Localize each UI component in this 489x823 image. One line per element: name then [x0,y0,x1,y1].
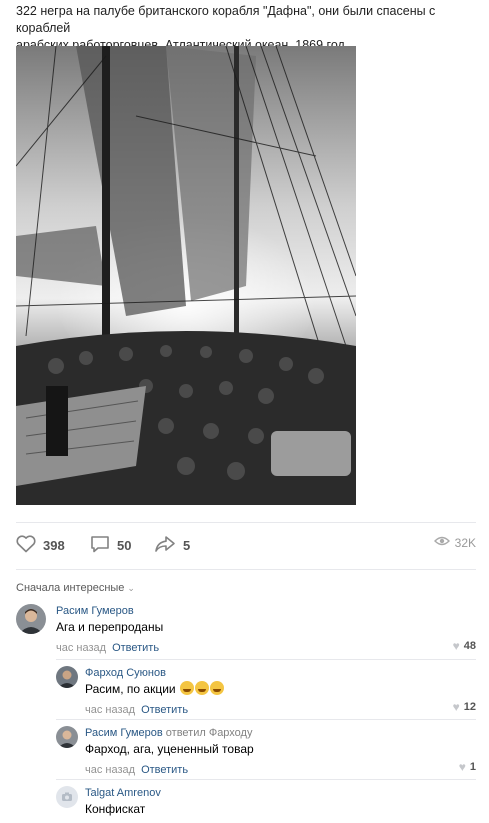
comment-body: Talgat Amrenov Конфискат [85,786,161,818]
camera-icon [62,792,72,801]
heart-icon: ♥ [452,639,460,653]
comment-author[interactable]: Расим Гумеров [85,727,163,739]
comments-sort-dropdown[interactable]: Сначала интересные ⌄ [16,582,135,594]
comment-author-line: Расим Гумеров ответил Фарходу [85,726,254,740]
comment-item: Talgat Amrenov Конфискат [56,786,476,823]
views-count: 32K [454,535,476,550]
comment-divider [56,779,476,780]
comment-body: Фарход Суюнов Расим, по акции час назад О… [85,666,224,717]
avatar[interactable] [16,604,46,634]
laughing-emoji-icon [209,681,224,695]
comment-meta: час назад Ответить [85,703,224,717]
chevron-down-icon: ⌄ [127,582,135,593]
comment-body: Расим Гумеров Ага и перепроданы час наза… [56,604,163,655]
heart-icon: ♥ [458,760,466,774]
laughing-emoji-icon [179,681,194,695]
comment-like-button[interactable]: ♥ 1 [459,760,476,774]
heart-icon [16,535,36,556]
reply-button[interactable]: Ответить [141,704,188,716]
actions-divider [16,569,476,570]
reply-button[interactable]: Ответить [141,764,188,776]
laughing-emoji-icon [194,681,209,695]
comment-body: Расим Гумеров ответил Фарходу Фарход, аг… [85,726,254,777]
comment-meta: час назад Ответить [85,763,254,777]
comment-author[interactable]: Расим Гумеров [56,604,163,618]
comment-meta: час назад Ответить [56,641,163,655]
post-divider [16,522,476,523]
comment-like-button[interactable]: ♥ 48 [453,639,476,653]
comment-item: Фарход Суюнов Расим, по акции час назад О… [56,666,476,716]
comment-button[interactable]: 50 [90,535,131,556]
comments-count: 50 [117,538,132,553]
comment-author[interactable]: Talgat Amrenov [85,786,161,800]
views-counter: 32K [433,535,476,550]
comment-time: час назад [56,642,107,654]
comment-likes-count: 1 [469,761,476,773]
like-button[interactable]: 398 [16,535,65,556]
sort-label: Сначала интересные [16,582,125,594]
comment-likes-count: 48 [463,640,476,652]
shares-count: 5 [183,538,191,553]
likes-count: 398 [43,538,65,553]
reply-to-label[interactable]: ответил Фарходу [166,727,253,739]
share-button[interactable]: 5 [154,535,190,556]
avatar[interactable] [56,786,78,808]
share-icon [154,535,176,556]
comment-time: час назад [85,764,136,776]
comment-text: Фарход, ага, уцененный товар [85,742,254,756]
comment-like-button[interactable]: ♥ 12 [453,700,476,714]
comment-text: Расим, по акции [85,681,224,698]
comment-likes-count: 12 [463,701,476,713]
post-actions-bar: 398 50 5 32K [16,535,476,559]
comment-item: Расим Гумеров Ага и перепроданы час наза… [16,604,476,654]
reply-button[interactable]: Ответить [112,642,159,654]
post-photo[interactable] [16,46,356,505]
eye-icon [433,535,450,550]
comment-item: Расим Гумеров ответил Фарходу Фарход, аг… [56,726,476,776]
comment-author[interactable]: Фарход Суюнов [85,666,224,680]
comment-icon [90,535,110,556]
avatar[interactable] [56,726,78,748]
comment-text: Ага и перепроданы [56,620,164,634]
post-text-line-1: 322 негра на палубе британского корабля … [16,4,436,35]
comment-text-content: Расим, по акции [85,682,176,696]
avatar[interactable] [56,666,78,688]
comment-time: час назад [85,704,136,716]
comment-text: Конфискат [85,802,146,816]
comment-divider [56,719,476,720]
heart-icon: ♥ [452,700,460,714]
comment-divider [56,659,476,660]
